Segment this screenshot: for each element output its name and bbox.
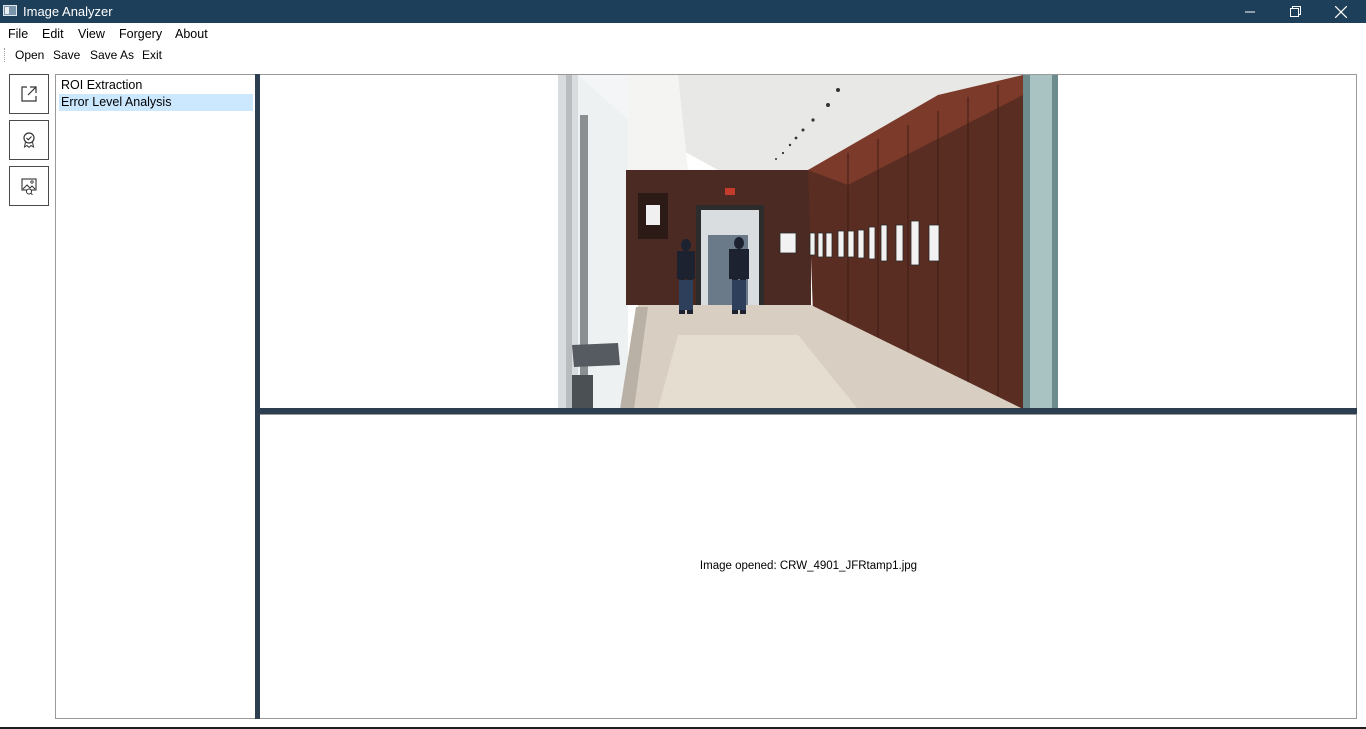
export-icon [21,86,37,102]
restore-icon [1289,6,1301,17]
image-icon [21,178,37,195]
menu-view[interactable]: View [78,27,105,41]
menu-edit[interactable]: Edit [42,27,64,41]
save-as-button[interactable]: Save As [90,48,134,62]
badge-icon [23,132,35,149]
minimize-button[interactable] [1227,0,1273,23]
tool-list: ROI Extraction Error Level Analysis [55,74,256,719]
image-viewer [260,74,1357,408]
certify-button[interactable] [9,120,49,160]
menu-file[interactable]: File [8,27,28,41]
status-message: Image opened: CRW_4901_JFRtamp1.jpg [699,560,918,572]
menu-forgery[interactable]: Forgery [119,27,162,41]
exit-button[interactable]: Exit [142,48,162,62]
menu-about[interactable]: About [175,27,208,41]
open-button[interactable]: Open [15,48,44,62]
save-button[interactable]: Save [53,48,80,62]
close-icon [1335,5,1347,18]
list-item-roi-extraction[interactable]: ROI Extraction [59,77,253,94]
hallway-photo [558,75,1058,408]
close-button[interactable] [1318,0,1364,23]
output-panel: Image opened: CRW_4901_JFRtamp1.jpg [260,414,1357,719]
toolbar-grip[interactable] [4,48,6,62]
list-item-error-level-analysis[interactable]: Error Level Analysis [59,94,253,111]
restore-button[interactable] [1272,0,1318,23]
minimize-icon [1245,11,1255,12]
image-analysis-button[interactable] [9,166,49,206]
app-icon [3,5,17,16]
toolbar: Open Save Save As Exit [0,44,1366,66]
menu-bar: File Edit View Forgery About [0,23,1366,44]
window-title: Image Analyzer [23,4,113,19]
title-bar: Image Analyzer [0,0,1366,23]
export-button[interactable] [9,74,49,114]
